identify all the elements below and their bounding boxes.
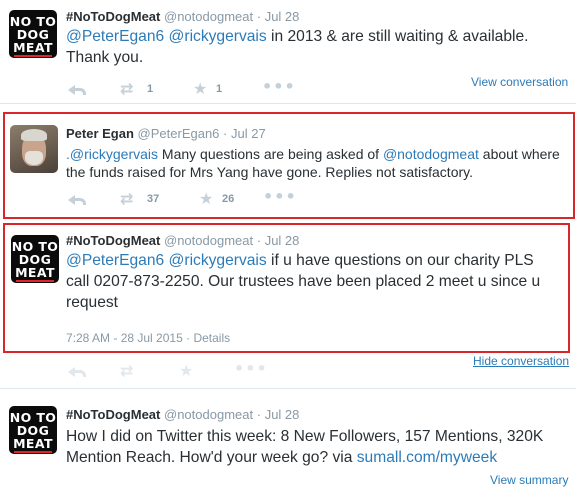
avatar-hair — [21, 129, 47, 141]
user-handle[interactable]: @PeterEgan6 — [138, 126, 220, 141]
tweet-time[interactable]: Jul 28 — [265, 9, 300, 24]
url-link[interactable]: sumall.com/myweek — [357, 449, 497, 466]
more-icon: ••• — [234, 359, 268, 378]
user-fullname[interactable]: #NoToDogMeat — [66, 9, 160, 24]
mention-link[interactable]: @notodogmeat — [383, 146, 479, 162]
mention-link[interactable]: @rickygervais — [169, 252, 267, 269]
tweet-time[interactable]: Jul 28 — [265, 407, 300, 422]
tweet-text: .@rickygervais Many questions are being … — [66, 145, 572, 181]
avatar[interactable]: NO TO DOG MEAT — [9, 10, 57, 58]
tweet-1[interactable]: NO TO DOG MEAT #NoToDogMeat @notodogmeat… — [0, 0, 576, 103]
mention-link[interactable]: @PeterEgan6 — [66, 252, 164, 269]
tweet-actions: ⇄ ★ ••• — [68, 359, 288, 380]
avatar-logo-bar — [14, 55, 52, 57]
separator-dot: · — [186, 331, 191, 345]
separator-dot: · — [223, 126, 228, 141]
divider — [0, 103, 576, 104]
avatar[interactable] — [10, 125, 58, 173]
tweet-time[interactable]: Jul 27 — [231, 126, 266, 141]
hide-conversation-link[interactable]: Hide conversation — [473, 354, 569, 368]
favorite-icon: ★ — [179, 361, 194, 380]
favorite-count: 26 — [222, 193, 235, 205]
user-handle[interactable]: @notodogmeat — [164, 9, 253, 24]
view-conversation-link[interactable]: View conversation — [471, 75, 568, 89]
favorite-count: 1 — [216, 83, 223, 95]
tweet-details-row: 7:28 AM - 28 Jul 2015 · Details — [66, 331, 230, 345]
more-icon: ••• — [263, 187, 297, 206]
view-summary-link[interactable]: View summary — [490, 473, 568, 487]
details-link[interactable]: Details — [193, 331, 230, 345]
mention-link[interactable]: @PeterEgan6 — [66, 28, 164, 45]
tweet-actions: ⇄ 1 ★ 1 ••• — [68, 77, 295, 98]
avatar-logo-bar — [14, 451, 52, 453]
tweet-text-body: Many questions are being asked of — [158, 146, 383, 162]
tweet-timestamp[interactable]: 7:28 AM - 28 Jul 2015 — [66, 331, 183, 345]
tweet-3[interactable]: NO TO DOG MEAT #NoToDogMeat @notodogmeat… — [0, 223, 576, 383]
avatar-logo-line: MEAT — [15, 265, 55, 280]
separator-dot: · — [256, 233, 262, 248]
avatar-logo-bar — [16, 280, 54, 282]
favorite-icon: ★ — [199, 189, 214, 208]
separator-dot: · — [256, 407, 262, 422]
tweet-time[interactable]: Jul 28 — [265, 233, 300, 248]
avatar-beard — [25, 151, 43, 165]
tweet-header: #NoToDogMeat @notodogmeat · Jul 28 — [66, 9, 299, 24]
retweet-icon: ⇄ — [120, 361, 134, 380]
favorite-icon: ★ — [193, 79, 208, 98]
retweet-count: 37 — [147, 193, 160, 205]
tweet-text: @PeterEgan6 @rickygervais if u have ques… — [66, 250, 561, 313]
retweet-icon: ⇄ — [120, 79, 134, 98]
tweet-text: How I did on Twitter this week: 8 New Fo… — [66, 426, 561, 468]
avatar[interactable]: NO TO DOG MEAT — [9, 406, 57, 454]
mention-link[interactable]: .@rickygervais — [66, 146, 158, 162]
mention-link[interactable]: @rickygervais — [169, 28, 267, 45]
user-fullname[interactable]: #NoToDogMeat — [66, 233, 160, 248]
user-fullname[interactable]: #NoToDogMeat — [66, 407, 160, 422]
avatar-logo-line: MEAT — [13, 436, 53, 451]
retweet-icon: ⇄ — [120, 189, 134, 208]
user-handle[interactable]: @notodogmeat — [164, 407, 253, 422]
avatar[interactable]: NO TO DOG MEAT — [11, 235, 59, 283]
retweet-count: 1 — [147, 83, 154, 95]
avatar-logo-line: MEAT — [13, 40, 53, 55]
user-fullname[interactable]: Peter Egan — [66, 126, 134, 141]
tweet-header: #NoToDogMeat @notodogmeat · Jul 28 — [66, 233, 299, 248]
tweet-actions: ⇄ 37 ★ 26 ••• — [68, 187, 296, 208]
more-icon: ••• — [262, 77, 296, 96]
separator-dot: · — [256, 9, 262, 24]
tweet-2[interactable]: Peter Egan @PeterEgan6 · Jul 27 .@rickyg… — [0, 112, 576, 219]
tweet-header: #NoToDogMeat @notodogmeat · Jul 28 — [66, 407, 299, 422]
tweet-4[interactable]: NO TO DOG MEAT #NoToDogMeat @notodogmeat… — [0, 389, 576, 487]
tweet-header: Peter Egan @PeterEgan6 · Jul 27 — [66, 126, 266, 141]
tweet-text: @PeterEgan6 @rickygervais in 2013 & are … — [66, 26, 566, 68]
user-handle[interactable]: @notodogmeat — [164, 233, 253, 248]
